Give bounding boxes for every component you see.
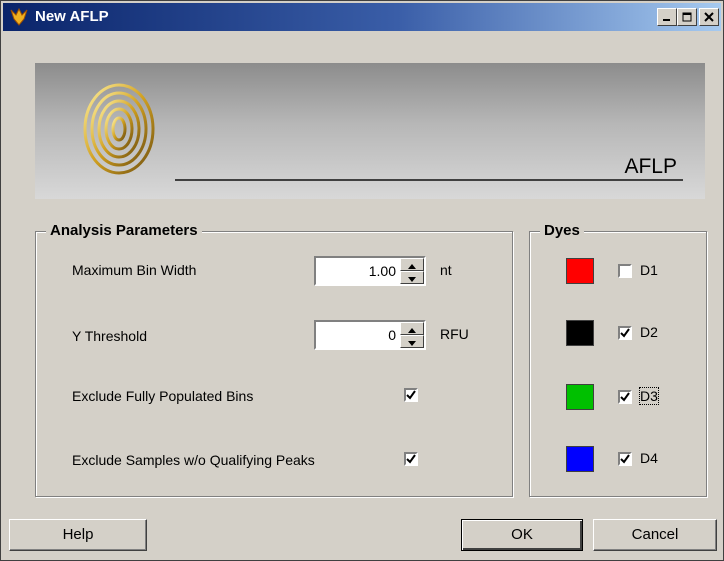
dye-d1-checkbox[interactable] xyxy=(618,264,632,278)
dye-color-swatch xyxy=(566,320,594,346)
spin-up-button[interactable] xyxy=(400,258,424,271)
help-button[interactable]: Help xyxy=(9,519,147,551)
banner-title: AFLP xyxy=(624,155,677,178)
maximize-button[interactable] xyxy=(677,8,697,26)
dye-d4-label: D4 xyxy=(640,450,658,466)
max-bin-width-label: Maximum Bin Width xyxy=(72,262,197,278)
header-banner: AFLP xyxy=(35,63,705,199)
analysis-parameters-label: Analysis Parameters xyxy=(46,222,202,239)
dye-d1-label: D1 xyxy=(640,262,658,278)
max-bin-width-value: 1.00 xyxy=(368,263,396,279)
checkmark-icon xyxy=(406,454,416,464)
title-bar[interactable]: New AFLP xyxy=(3,3,721,31)
spin-down-button[interactable] xyxy=(400,271,424,284)
dye-color-swatch xyxy=(566,384,594,410)
banner-divider xyxy=(175,179,683,181)
exclude-fully-populated-label: Exclude Fully Populated Bins xyxy=(72,388,254,404)
exclude-samples-checkbox[interactable] xyxy=(404,452,418,466)
window-title: New AFLP xyxy=(35,8,109,25)
exclude-samples-label: Exclude Samples w/o Qualifying Peaks xyxy=(72,452,315,468)
minimize-icon xyxy=(663,19,670,21)
dye-d3-label: D3 xyxy=(639,387,659,405)
checkmark-icon xyxy=(620,328,630,338)
checkmark-icon xyxy=(406,390,416,400)
max-bin-width-spinner[interactable]: 1.00 xyxy=(314,256,426,286)
y-threshold-value: 0 xyxy=(388,327,396,343)
max-bin-width-arrows xyxy=(400,258,424,284)
dye-color-swatch xyxy=(566,446,594,472)
close-icon xyxy=(704,12,714,22)
spin-up-button[interactable] xyxy=(400,322,424,335)
dye-d2-checkbox[interactable] xyxy=(618,326,632,340)
close-button[interactable] xyxy=(699,8,719,26)
y-threshold-spinner[interactable]: 0 xyxy=(314,320,426,350)
analysis-parameters-group: Analysis Parameters Maximum Bin Width 1.… xyxy=(35,222,513,497)
ok-button[interactable]: OK xyxy=(461,519,583,551)
y-threshold-arrows xyxy=(400,322,424,348)
minimize-button[interactable] xyxy=(657,8,677,26)
arrow-down-icon xyxy=(408,341,416,346)
cancel-button[interactable]: Cancel xyxy=(593,519,717,551)
checkmark-icon xyxy=(620,454,630,464)
arrow-down-icon xyxy=(408,277,416,282)
fingerprint-icon xyxy=(83,83,155,175)
dyes-group: Dyes D1 D2 D3 D4 xyxy=(529,222,707,497)
maximize-icon xyxy=(682,12,692,22)
checkmark-icon xyxy=(620,392,630,402)
max-bin-width-unit: nt xyxy=(440,262,452,278)
dialog-window: New AFLP AFLP Analysis Parameters Maximu… xyxy=(0,0,724,561)
dye-d2-label: D2 xyxy=(640,324,658,340)
exclude-fully-populated-checkbox[interactable] xyxy=(404,388,418,402)
dye-color-swatch xyxy=(566,258,594,284)
y-threshold-label: Y Threshold xyxy=(72,328,147,344)
y-threshold-unit: RFU xyxy=(440,326,469,342)
dyes-label: Dyes xyxy=(540,222,584,239)
dye-d4-checkbox[interactable] xyxy=(618,452,632,466)
app-logo-icon xyxy=(10,7,28,26)
spin-down-button[interactable] xyxy=(400,335,424,348)
dye-d3-checkbox[interactable] xyxy=(618,390,632,404)
